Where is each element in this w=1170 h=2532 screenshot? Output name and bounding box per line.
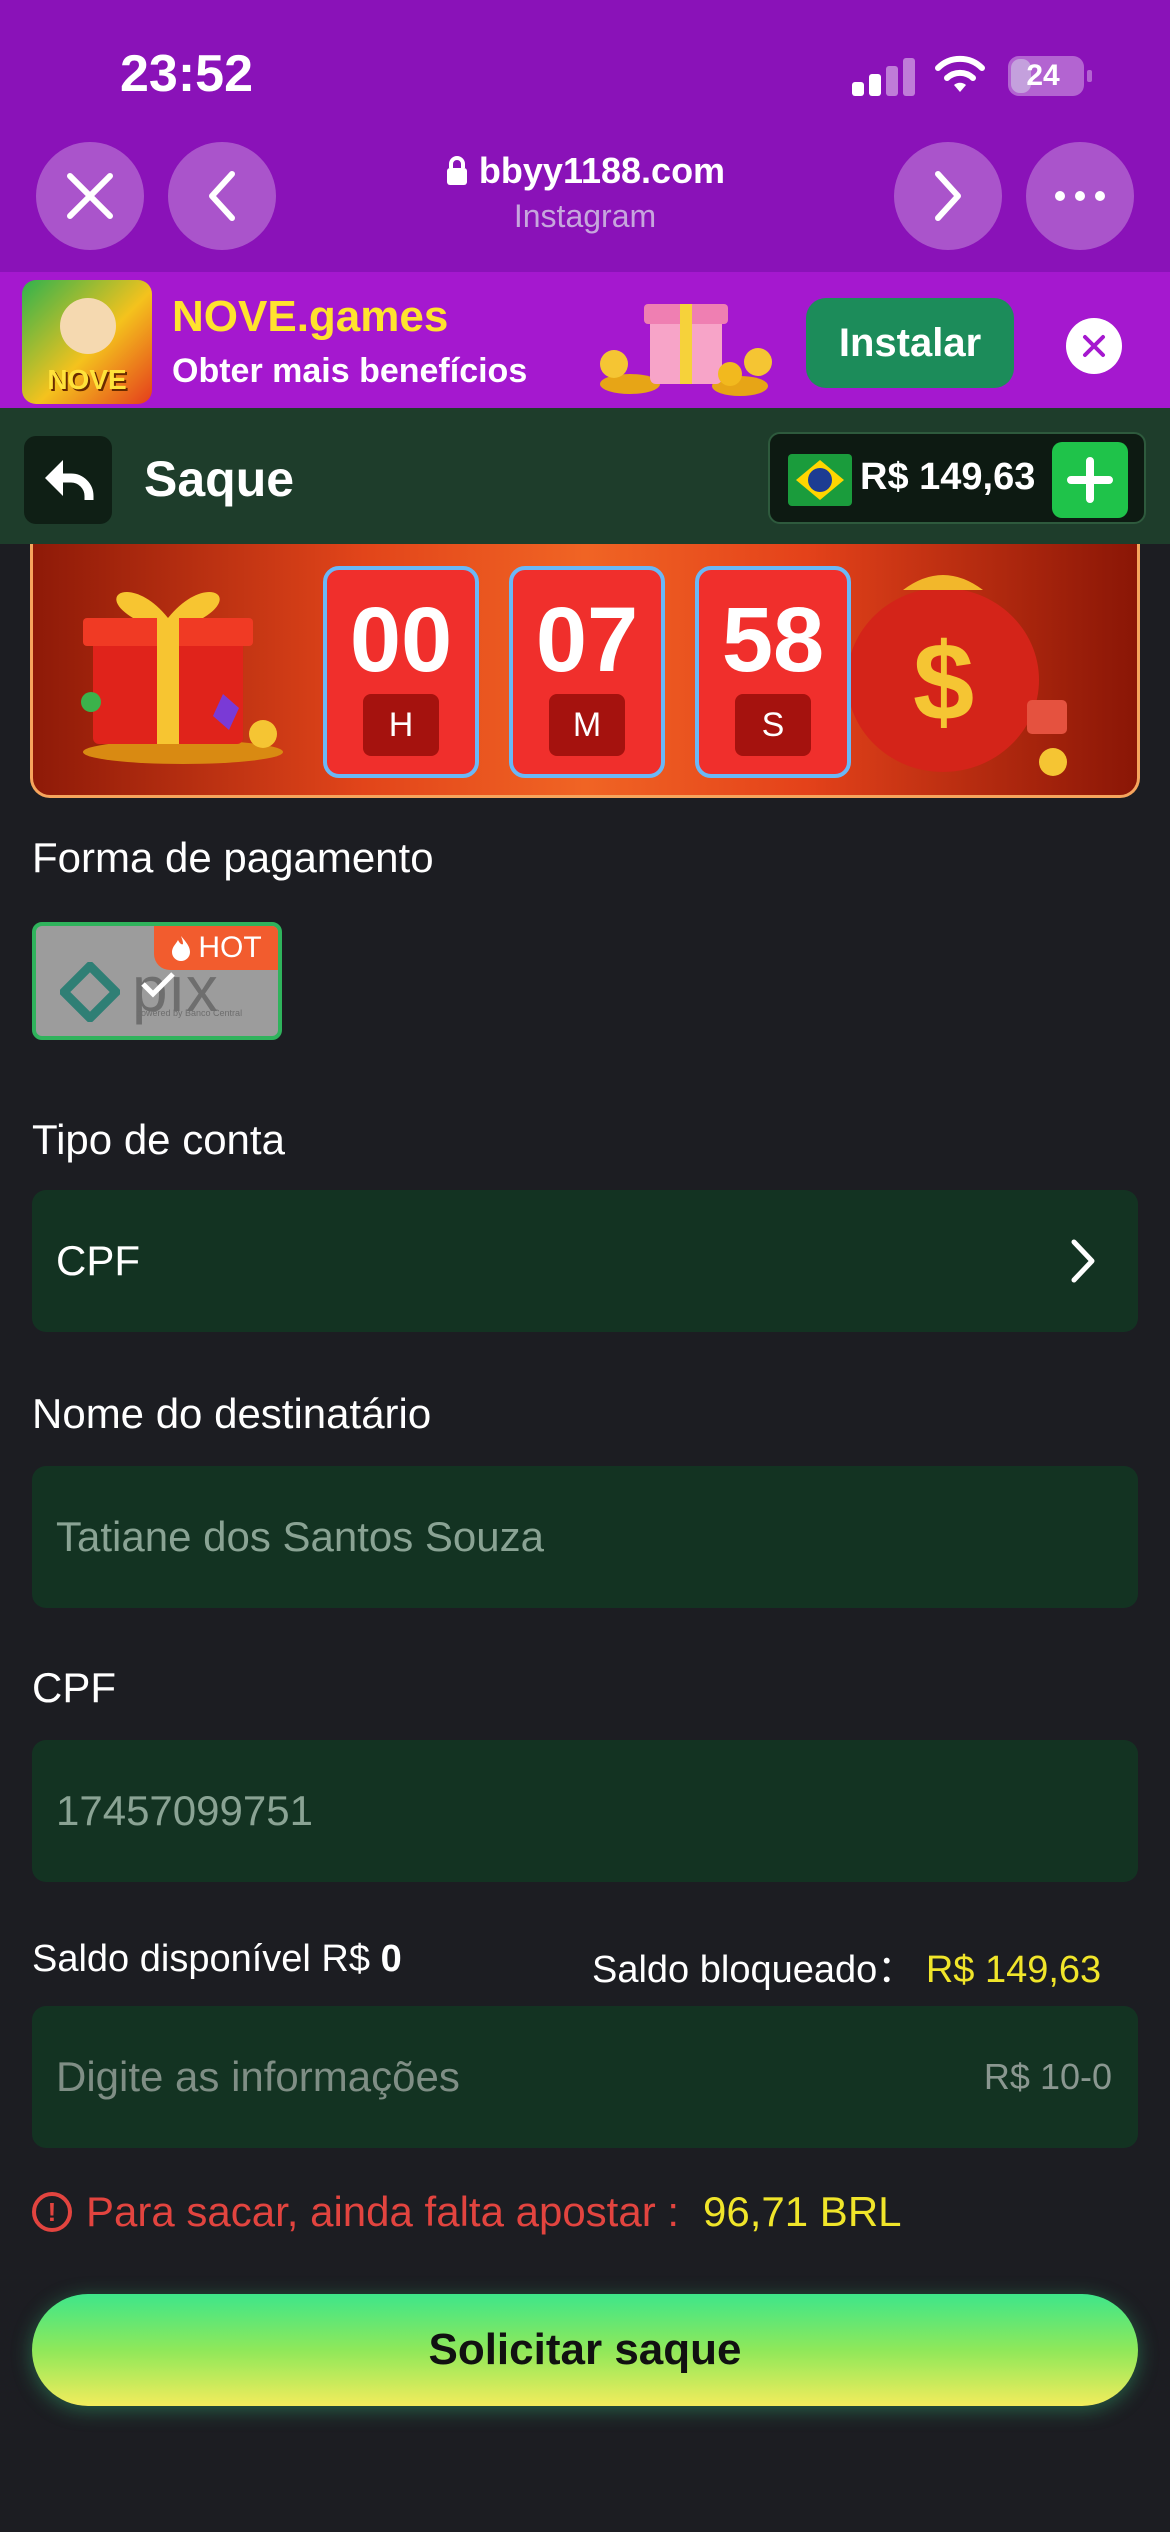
hot-badge: HOT [154, 926, 278, 970]
alert-icon: ! [32, 2192, 72, 2232]
plus-icon [1067, 457, 1113, 503]
more-dots-icon [1055, 191, 1105, 201]
recipient-name-field[interactable]: Tatiane dos Santos Souza [32, 1466, 1138, 1608]
cpf-label: CPF [32, 1664, 116, 1711]
pix-payment-option[interactable]: pix powered by Banco Central HOT [32, 922, 282, 1040]
close-icon [1083, 335, 1105, 357]
promo-close-button[interactable] [1066, 318, 1122, 374]
battery-icon: 24 [1008, 56, 1092, 96]
install-button[interactable]: Instalar [806, 298, 1014, 388]
nove-games-logo: NOVE [22, 280, 152, 404]
request-withdrawal-button[interactable]: Solicitar saque [32, 2294, 1138, 2406]
browser-topbar: 23:52 24 bbyy1188.com Instagram [0, 0, 1170, 272]
account-type-select[interactable]: CPF [32, 1190, 1138, 1332]
chevron-right-icon [935, 171, 961, 221]
flame-icon [172, 936, 191, 961]
bet-requirement-warning: ! Para sacar, ainda falta apostar : 96,7… [32, 2188, 902, 2236]
app-header: Saque R$ 149,63 [0, 408, 1170, 544]
promo-title: NOVE.games [172, 292, 449, 341]
gift-coins-icon [600, 304, 772, 396]
status-time: 23:52 [120, 45, 253, 103]
countdown-seconds: 58 S [695, 566, 851, 778]
url-source: Instagram [513, 198, 657, 234]
battery-level: 24 [1026, 59, 1060, 92]
back-arrow-icon [45, 460, 94, 500]
gift-box-icon [81, 591, 283, 764]
money-bag-icon: $ [847, 575, 1067, 776]
withdraw-amount-input[interactable] [56, 2042, 956, 2112]
svg-text:$: $ [913, 621, 974, 744]
balance-amount: R$ 149,63 [860, 456, 1036, 498]
balance-display: R$ 149,63 [768, 432, 1146, 524]
bet-requirement-value: 96,71 BRL [703, 2188, 902, 2235]
brazil-flag-icon [788, 454, 852, 506]
back-button[interactable] [24, 436, 112, 524]
countdown-banner: $ 00 H 07 M 58 S [30, 544, 1140, 798]
pix-fine-print: powered by Banco Central [136, 1008, 243, 1018]
lock-icon [446, 156, 467, 185]
browser-forward-button[interactable] [894, 142, 1002, 250]
payment-method-label: Forma de pagamento [32, 834, 434, 881]
pix-logo-icon [60, 962, 120, 1022]
deposit-plus-button[interactable] [1052, 442, 1128, 518]
browser-back-button[interactable] [168, 142, 276, 250]
account-type-label: Tipo de conta [32, 1116, 285, 1163]
available-balance: Saldo disponível R$ 0 [32, 1938, 402, 1980]
url-text: bbyy1188.com [478, 150, 726, 191]
cpf-value: 17457099751 [56, 1787, 313, 1834]
promo-subtitle: Obter mais benefícios [172, 352, 528, 390]
close-icon [67, 173, 113, 219]
chevron-left-icon [209, 171, 235, 221]
chevron-right-icon [1071, 1239, 1095, 1283]
cpf-field[interactable]: 17457099751 [32, 1740, 1138, 1882]
recipient-name-value: Tatiane dos Santos Souza [56, 1513, 545, 1560]
install-promo-banner: NOVE NOVE.games Obter mais benefícios In… [0, 272, 1170, 408]
amount-range: R$ 10-0 [983, 2056, 1112, 2097]
signal-icon [852, 56, 916, 96]
wifi-icon [935, 55, 985, 92]
countdown-minutes: 07 M [509, 566, 665, 778]
blocked-balance: Saldo bloqueado： R$ 149,63 [592, 1949, 1102, 1991]
browser-more-button[interactable] [1026, 142, 1134, 250]
account-type-value: CPF [56, 1237, 140, 1284]
countdown-hours: 00 H [323, 566, 479, 778]
recipient-label: Nome do destinatário [32, 1390, 432, 1437]
blocked-balance-value: R$ 149,63 [925, 1949, 1102, 1991]
address-bar[interactable]: bbyy1188.com Instagram [300, 150, 870, 235]
check-icon [141, 972, 175, 998]
close-browser-button[interactable] [36, 142, 144, 250]
page-title: Saque [144, 451, 295, 507]
withdraw-amount-field[interactable]: R$ 10-0 [32, 2006, 1138, 2148]
